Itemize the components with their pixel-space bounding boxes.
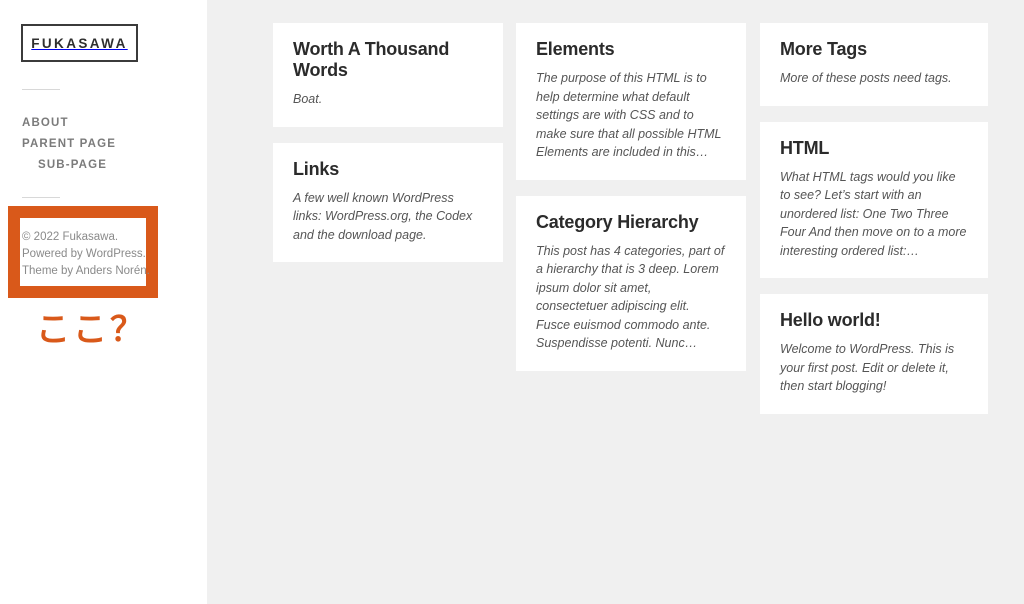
footer-theme-credit: Theme by Anders Norén. (22, 265, 150, 277)
post-card[interactable]: More Tags More of these posts need tags. (760, 23, 988, 106)
post-excerpt: More of these posts need tags. (780, 71, 952, 85)
post-excerpt: The purpose of this HTML is to help dete… (536, 71, 722, 159)
sidebar-item-sub-page[interactable]: SUB-PAGE (38, 155, 207, 176)
site-footer: © 2022 Fukasawa. Powered by WordPress. T… (22, 229, 152, 280)
post-column-2: Elements The purpose of this HTML is to … (516, 23, 746, 387)
sidebar-divider-bottom (22, 197, 60, 198)
post-card[interactable]: Category Hierarchy This post has 4 categ… (516, 195, 746, 371)
footer-powered-by: Powered by WordPress. (22, 248, 146, 260)
post-title: Worth A Thousand Words (293, 39, 450, 80)
post-grid: Worth A Thousand Words Boat. Links A few… (207, 0, 1024, 604)
post-column-1: Worth A Thousand Words Boat. Links A few… (273, 23, 503, 278)
post-excerpt: A few well known WordPress links: WordPr… (293, 190, 473, 242)
footer-copyright: © 2022 Fukasawa. (22, 231, 119, 243)
sidebar-item-about[interactable]: ABOUT (22, 113, 207, 134)
sidebar-item-parent-page[interactable]: PARENT PAGE (22, 134, 207, 155)
post-title: HTML (780, 137, 830, 158)
post-excerpt: What HTML tags would you like to see? Le… (780, 169, 967, 258)
post-excerpt: Boat. (293, 92, 323, 106)
sidebar: FUKASAWA ABOUT PARENT PAGE SUB-PAGE © 20… (0, 0, 207, 604)
post-column-3: More Tags More of these posts need tags.… (760, 23, 988, 430)
post-title: Elements (536, 39, 615, 59)
post-title: Links (293, 158, 340, 179)
post-card[interactable]: Worth A Thousand Words Boat. (273, 23, 503, 127)
site-logo-text: FUKASAWA (31, 35, 128, 51)
post-card[interactable]: Hello world! Welcome to WordPress. This … (760, 294, 988, 414)
sidebar-divider-top (22, 89, 60, 90)
site-logo[interactable]: FUKASAWA (21, 24, 138, 62)
page-root: FUKASAWA ABOUT PARENT PAGE SUB-PAGE © 20… (0, 0, 1024, 604)
post-card[interactable]: HTML What HTML tags would you like to se… (760, 121, 988, 278)
post-excerpt: This post has 4 categories, part of a hi… (536, 243, 725, 351)
post-title: Hello world! (780, 310, 881, 330)
post-card[interactable]: Elements The purpose of this HTML is to … (516, 23, 746, 180)
main-navigation: ABOUT PARENT PAGE SUB-PAGE (0, 113, 207, 176)
post-excerpt: Welcome to WordPress. This is your first… (780, 342, 955, 393)
post-card[interactable]: Links A few well known WordPress links: … (273, 142, 503, 262)
annotation-text-koko: ここ？ (36, 310, 147, 350)
post-title: More Tags (780, 39, 867, 59)
post-title: Category Hierarchy (536, 211, 699, 232)
